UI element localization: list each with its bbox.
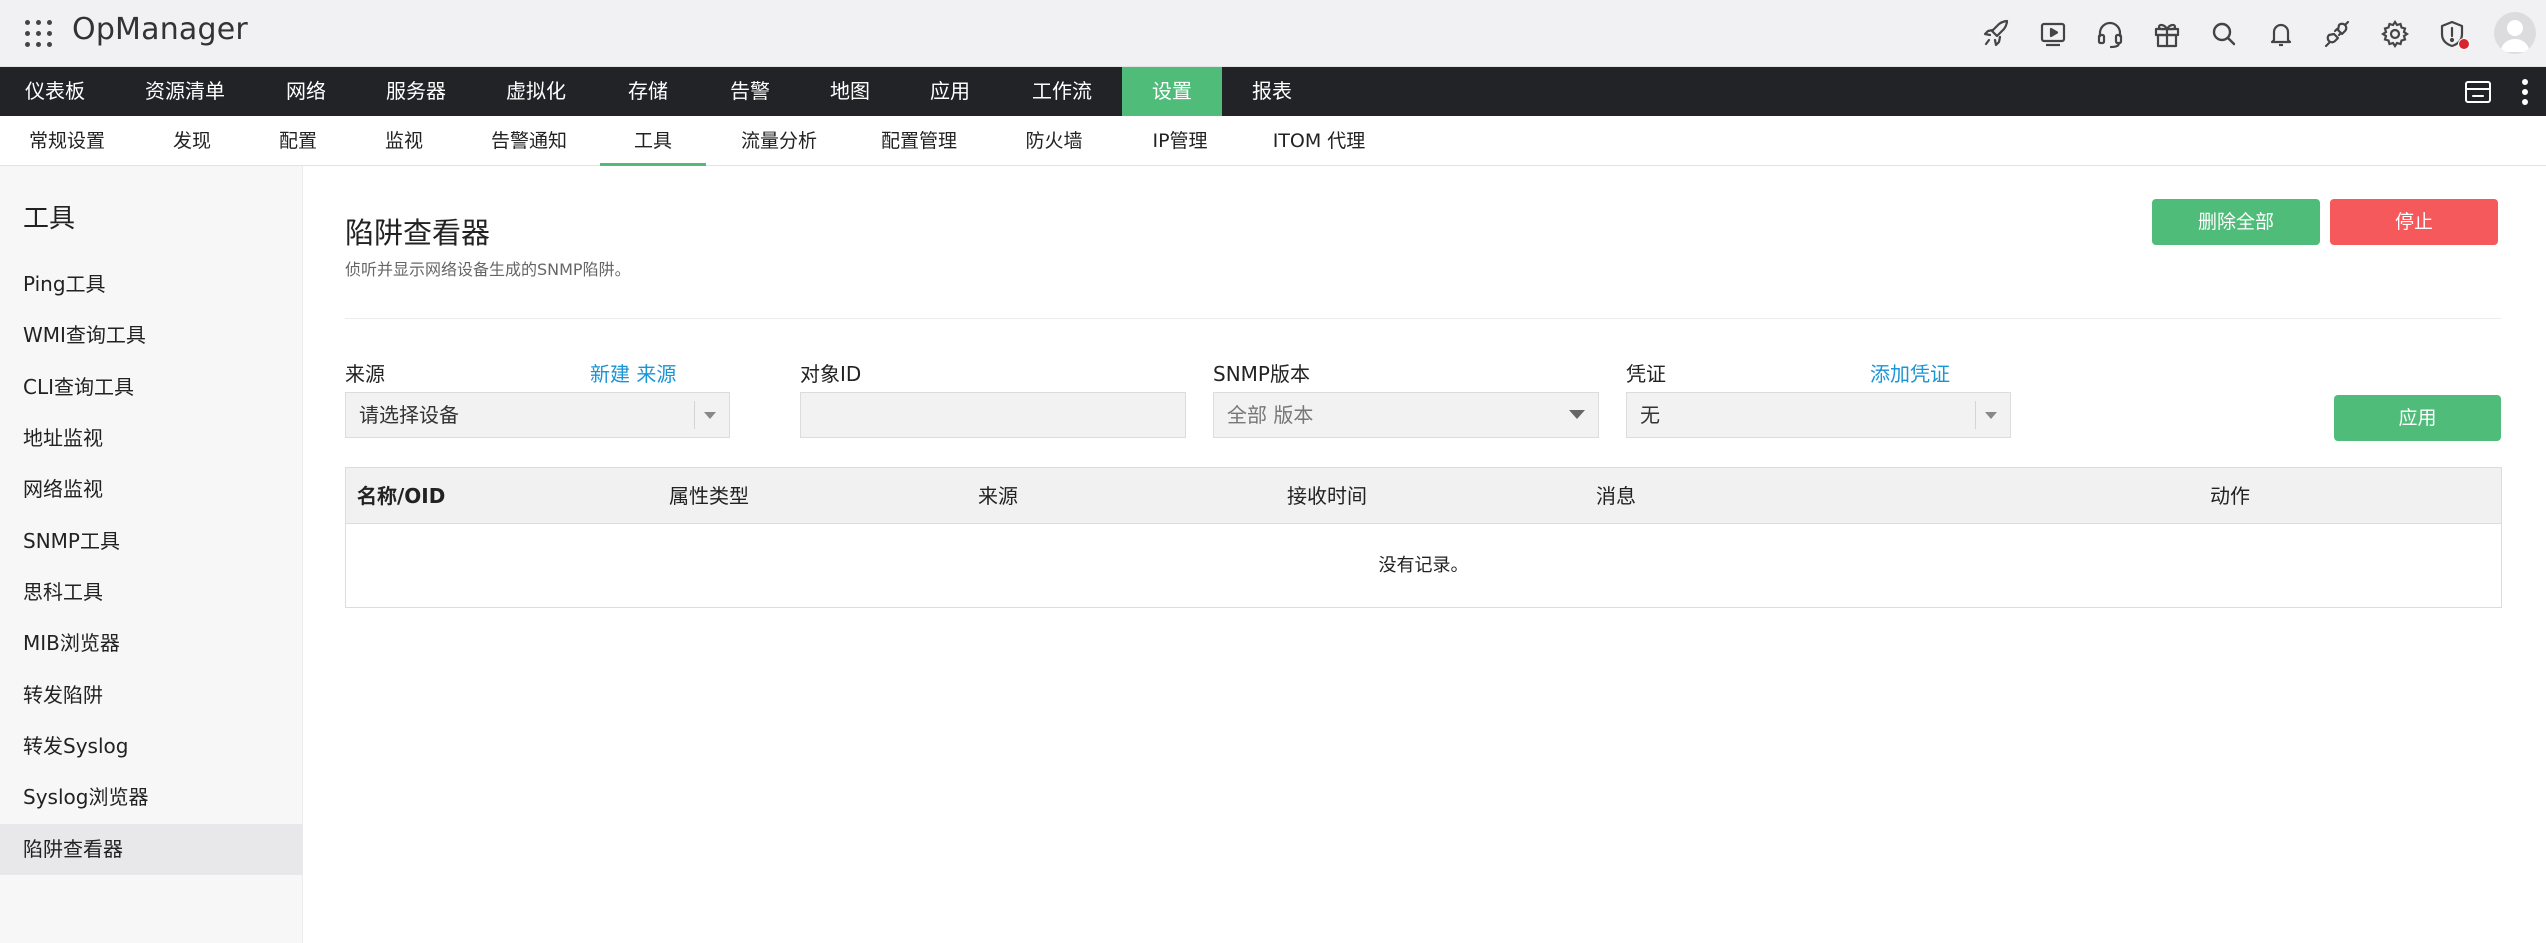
sidebar-item-forward-syslog[interactable]: 转发Syslog: [0, 721, 303, 772]
select-separator: [1975, 401, 1976, 429]
column-header-attribute-type[interactable]: 属性类型: [669, 468, 749, 524]
nav-item-inventory[interactable]: 资源清单: [130, 67, 240, 116]
search-icon[interactable]: [2206, 16, 2242, 52]
sidebar-item-forward-trap[interactable]: 转发陷阱: [0, 670, 303, 721]
tab-flow-analysis[interactable]: 流量分析: [734, 116, 824, 166]
nav-item-maps[interactable]: 地图: [810, 67, 890, 116]
sidebar-item-network-monitor[interactable]: 网络监视: [0, 464, 303, 515]
headset-icon[interactable]: [2092, 16, 2128, 52]
window-layout-icon[interactable]: [2464, 79, 2492, 105]
object-id-input[interactable]: [800, 392, 1186, 438]
column-header-action[interactable]: 动作: [2210, 468, 2250, 524]
sidebar-item-syslog-browser[interactable]: Syslog浏览器: [0, 772, 303, 823]
snmp-version-label: SNMP版本: [1213, 362, 1310, 386]
nav-item-servers[interactable]: 服务器: [370, 67, 462, 116]
column-header-message[interactable]: 消息: [1596, 468, 1636, 524]
top-bar: OpManager: [0, 0, 2546, 67]
credential-select[interactable]: 无: [1626, 392, 2011, 438]
column-header-received-time[interactable]: 接收时间: [1287, 468, 1367, 524]
tab-general-settings[interactable]: 常规设置: [22, 116, 112, 166]
tab-alarm-notification[interactable]: 告警通知: [484, 116, 574, 166]
gear-icon[interactable]: [2377, 16, 2413, 52]
credential-label: 凭证: [1626, 362, 1666, 386]
sidebar-title: 工具: [23, 204, 76, 234]
sidebar-item-address-monitor[interactable]: 地址监视: [0, 413, 303, 464]
sidebar-item-snmp-tool[interactable]: SNMP工具: [0, 516, 303, 567]
snmp-version-value: 全部 版本: [1227, 403, 1314, 427]
column-header-name-oid[interactable]: 名称/OID: [357, 468, 445, 524]
trap-table: 名称/OID 属性类型 来源 接收时间 消息 动作 没有记录。: [345, 467, 2502, 608]
app-logo[interactable]: OpManager: [72, 12, 248, 47]
tab-configuration[interactable]: 配置: [268, 116, 328, 166]
chevron-down-icon: [1569, 410, 1585, 419]
rocket-icon[interactable]: [1978, 16, 2014, 52]
content-divider: [345, 318, 2501, 319]
source-select[interactable]: 请选择设备: [345, 392, 730, 438]
credential-select-value: 无: [1640, 403, 1660, 427]
nav-item-virtualization[interactable]: 虚拟化: [488, 67, 584, 116]
main-nav: 仪表板 资源清单 网络 服务器 虚拟化 存储 告警 地图 应用 工作流 设置 报…: [0, 67, 2546, 116]
nav-item-reports[interactable]: 报表: [1232, 67, 1312, 116]
tab-discovery[interactable]: 发现: [162, 116, 222, 166]
sidebar-item-wmi-query-tool[interactable]: WMI查询工具: [0, 310, 303, 361]
sidebar-item-cisco-tool[interactable]: 思科工具: [0, 567, 303, 618]
app-launcher-icon[interactable]: [22, 17, 54, 49]
sidebar-item-mib-browser[interactable]: MIB浏览器: [0, 618, 303, 669]
tab-ip-management[interactable]: IP管理: [1140, 116, 1220, 166]
more-options-icon[interactable]: [2520, 77, 2530, 107]
tab-config-management[interactable]: 配置管理: [874, 116, 964, 166]
sub-nav: 常规设置 发现 配置 监视 告警通知 工具 流量分析 配置管理 防火墙 IP管理…: [0, 116, 2546, 166]
nav-item-apps[interactable]: 应用: [910, 67, 990, 116]
page-description: 侦听并显示网络设备生成的SNMP陷阱。: [345, 260, 631, 279]
tab-monitoring[interactable]: 监视: [374, 116, 434, 166]
bell-icon[interactable]: [2263, 16, 2299, 52]
apply-button[interactable]: 应用: [2334, 395, 2501, 441]
gift-icon[interactable]: [2149, 16, 2185, 52]
nav-item-storage[interactable]: 存储: [608, 67, 688, 116]
nav-item-alarms[interactable]: 告警: [710, 67, 790, 116]
empty-table-message: 没有记录。: [1378, 555, 1469, 576]
sidebar-item-ping-tool[interactable]: Ping工具: [0, 259, 303, 310]
video-icon[interactable]: [2035, 16, 2071, 52]
tools-sidebar: 工具 Ping工具 WMI查询工具 CLI查询工具 地址监视 网络监视 SNMP…: [0, 166, 303, 943]
nav-item-settings[interactable]: 设置: [1122, 67, 1222, 116]
user-avatar[interactable]: [2494, 12, 2536, 54]
shield-alert-icon[interactable]: [2434, 16, 2470, 52]
tab-firewall[interactable]: 防火墙: [1014, 116, 1094, 166]
sidebar-item-cli-query-tool[interactable]: CLI查询工具: [0, 362, 303, 413]
nav-item-dashboard[interactable]: 仪表板: [0, 67, 110, 116]
tab-tools[interactable]: 工具: [600, 116, 706, 166]
delete-all-button[interactable]: 删除全部: [2152, 199, 2320, 245]
sidebar-item-trap-viewer[interactable]: 陷阱查看器: [0, 824, 303, 875]
nav-item-workflow[interactable]: 工作流: [1012, 67, 1112, 116]
chevron-down-icon: [1985, 412, 1997, 419]
source-label: 来源: [345, 362, 385, 386]
chevron-down-icon: [704, 412, 716, 419]
stop-button[interactable]: 停止: [2330, 199, 2498, 245]
column-header-source[interactable]: 来源: [978, 468, 1018, 524]
page-title: 陷阱查看器: [345, 216, 491, 250]
alert-badge: [2458, 38, 2470, 50]
source-select-value: 请选择设备: [359, 403, 459, 427]
nav-item-network[interactable]: 网络: [266, 67, 346, 116]
select-separator: [694, 401, 695, 429]
add-credential-link[interactable]: 添加凭证: [1870, 358, 1950, 387]
new-source-link[interactable]: 新建 来源: [590, 358, 676, 387]
plug-icon[interactable]: [2320, 16, 2356, 52]
object-id-label: 对象ID: [800, 362, 862, 386]
table-header: 名称/OID 属性类型 来源 接收时间 消息 动作: [346, 468, 2501, 524]
tab-itom-agent[interactable]: ITOM 代理: [1266, 116, 1372, 166]
snmp-version-select[interactable]: 全部 版本: [1213, 392, 1599, 438]
